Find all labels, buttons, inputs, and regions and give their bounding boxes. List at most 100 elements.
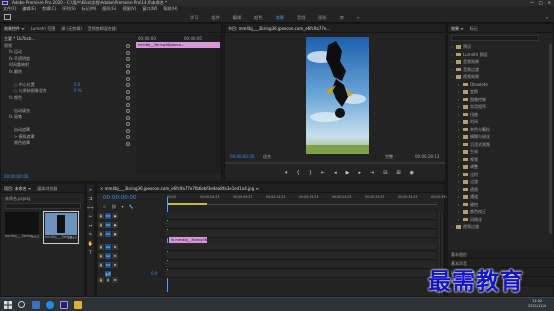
- track-target-toggle[interactable]: A3: [105, 262, 111, 268]
- edge-icon[interactable]: [46, 301, 54, 309]
- search-taskbar-icon[interactable]: [18, 301, 25, 308]
- reset-icon[interactable]: [126, 122, 130, 126]
- master-volume-value[interactable]: 0.0: [151, 271, 157, 276]
- effects-tree-item[interactable]: › 过渡: [451, 178, 547, 186]
- effects-tree-item[interactable]: › 杂色与颗粒: [451, 126, 547, 134]
- reset-icon[interactable]: [126, 109, 130, 113]
- timeline-track[interactable]: 🔒 A1 M: [97, 243, 437, 251]
- marker-icon[interactable]: ▾: [285, 170, 288, 176]
- track-select-tool-icon[interactable]: ⇉: [89, 197, 93, 202]
- extract-icon[interactable]: ⊞: [396, 170, 400, 176]
- reset-icon[interactable]: [126, 63, 130, 68]
- eye-icon[interactable]: ◉: [112, 231, 118, 237]
- reset-icon[interactable]: [126, 76, 130, 81]
- tab-program[interactable]: 节目: mm4bj___3bring36.jpexcon.com_e6fc9a7…: [228, 24, 330, 32]
- effects-tree-item[interactable]: › 视频: [451, 156, 547, 164]
- effects-tree-item[interactable]: › 变换: [451, 88, 547, 96]
- mute-icon[interactable]: M: [112, 277, 118, 283]
- timeline-track[interactable]: 🔒 V2 ◉: [97, 221, 437, 229]
- track-target-toggle[interactable]: A2: [105, 253, 111, 259]
- timeline-track[interactable]: 🔒 A3 M: [97, 261, 437, 269]
- lock-icon[interactable]: 🔒: [98, 277, 104, 283]
- step-back-icon[interactable]: ◂: [334, 170, 337, 176]
- linked-icon[interactable]: ⛓: [111, 204, 116, 209]
- tab-project[interactable]: 项目: 未命名 ≡: [4, 184, 31, 192]
- type-tool-icon[interactable]: T: [89, 251, 92, 256]
- timeline-track[interactable]: 🔒主声道 M: [97, 270, 437, 283]
- reset-icon[interactable]: [126, 135, 130, 139]
- effects-tree-item[interactable]: › 调整: [451, 163, 547, 171]
- track-target-toggle[interactable]: V3: [105, 213, 111, 219]
- reset-icon[interactable]: [126, 44, 130, 48]
- fit-dropdown[interactable]: 适合: [263, 154, 271, 160]
- lock-icon[interactable]: 🔒: [98, 231, 104, 237]
- selection-tool-icon[interactable]: ➤: [89, 188, 93, 193]
- out-point-icon[interactable]: }: [309, 170, 312, 176]
- tab-effect-controls[interactable]: 效果控件 ≡: [4, 24, 25, 32]
- tab-effects[interactable]: 效果 ≡: [451, 24, 464, 32]
- tab-media-browser[interactable]: 媒体浏览器: [37, 184, 57, 192]
- effects-tree-item[interactable]: › 预设: [451, 43, 547, 51]
- effects-tree-item[interactable]: › 实用程序: [451, 103, 547, 111]
- quality-dropdown[interactable]: 完整: [385, 154, 393, 160]
- effects-tree-item[interactable]: › 沉浸式视频: [451, 141, 547, 149]
- reset-icon[interactable]: [126, 83, 130, 87]
- goto-in-icon[interactable]: ⇤: [321, 170, 325, 176]
- clock[interactable]: 11:02 2021/11/4: [528, 299, 546, 309]
- program-timecode[interactable]: 00:00:00:00: [230, 154, 254, 159]
- lift-icon[interactable]: ⊟: [383, 170, 387, 176]
- project-item-1[interactable]: mm4bj___3bring... 5:13: [5, 212, 39, 242]
- tab-lumetri-scopes[interactable]: Lumetri 范围: [31, 24, 56, 32]
- effects-tree-item[interactable]: › 键控: [451, 201, 547, 209]
- lock-icon[interactable]: 🔒: [98, 244, 104, 250]
- project-item-2[interactable]: mm4bj___3bring... 28:13: [43, 211, 79, 244]
- effects-tree-item[interactable]: › 模糊与锐化: [451, 133, 547, 141]
- mute-icon[interactable]: M: [112, 253, 118, 259]
- settings-icon[interactable]: 🔧: [128, 204, 133, 209]
- snap-icon[interactable]: ⊂: [103, 204, 106, 209]
- collapsed-panel-header[interactable]: 基本图形: [448, 250, 554, 259]
- razor-tool-icon[interactable]: ✂: [89, 215, 93, 220]
- timeline-track[interactable]: 🔒 V1 ◉: [97, 230, 437, 238]
- search-icon[interactable]: ⌕: [546, 15, 548, 20]
- export-frame-icon[interactable]: ◉: [410, 170, 414, 176]
- ripple-edit-tool-icon[interactable]: ⟷: [87, 206, 93, 211]
- effect-controls-timecode[interactable]: 00:00:00:00: [4, 174, 28, 179]
- reset-icon[interactable]: [126, 70, 130, 74]
- effects-scrollbar[interactable]: [549, 44, 552, 234]
- step-forward-icon[interactable]: ▸: [358, 170, 361, 176]
- tab-source[interactable]: 源:(无剪辑): [61, 24, 81, 32]
- slip-tool-icon[interactable]: ↔: [89, 224, 93, 229]
- reset-icon[interactable]: [126, 115, 130, 120]
- track-target-toggle[interactable]: A1: [105, 244, 111, 250]
- effects-tree-item[interactable]: › 生成: [451, 148, 547, 156]
- effects-tree-item[interactable]: › 视频过渡: [451, 223, 547, 231]
- reset-icon[interactable]: [126, 96, 130, 100]
- effects-tree-item[interactable]: › 音频过渡: [451, 66, 547, 74]
- timeline-track[interactable]: 🔒 V3 ◉: [97, 212, 437, 220]
- program-scrubber[interactable]: [225, 162, 445, 164]
- effects-tree-item[interactable]: › 时间: [451, 118, 547, 126]
- timeline-track[interactable]: 🔒 A2 M: [97, 252, 437, 260]
- reset-icon[interactable]: [126, 128, 130, 133]
- effects-tree-item[interactable]: › 通道: [451, 193, 547, 201]
- timeline-ruler[interactable]: 00:00 00:00:04:23 00:00:09:23 00:00:14:23 00…: [167, 195, 450, 205]
- reset-icon[interactable]: [126, 102, 130, 107]
- effects-tree-item[interactable]: › 过时: [451, 171, 547, 179]
- lock-icon[interactable]: 🔒: [98, 253, 104, 259]
- mini-clip-bar[interactable]: mm4bj__3bring36jpexco...: [136, 42, 220, 48]
- in-point-icon[interactable]: {: [297, 170, 300, 176]
- eye-icon[interactable]: ◉: [112, 213, 118, 219]
- reset-icon[interactable]: [126, 89, 130, 94]
- file-explorer-icon[interactable]: [74, 301, 82, 309]
- mute-icon[interactable]: M: [112, 244, 118, 250]
- play-icon[interactable]: ▶: [346, 170, 350, 176]
- tab-sequence[interactable]: × mm4bj___3bring36.jpexcon.com_e6fc9a77e…: [100, 184, 259, 192]
- windows-start-icon[interactable]: [4, 301, 12, 309]
- home-icon[interactable]: [4, 14, 11, 20]
- lock-icon[interactable]: 🔒: [98, 213, 104, 219]
- hand-tool-icon[interactable]: ✋: [88, 242, 94, 247]
- eye-icon[interactable]: ◉: [112, 222, 118, 228]
- tab-markers[interactable]: 标记: [470, 24, 478, 32]
- task-view-icon[interactable]: [32, 301, 40, 309]
